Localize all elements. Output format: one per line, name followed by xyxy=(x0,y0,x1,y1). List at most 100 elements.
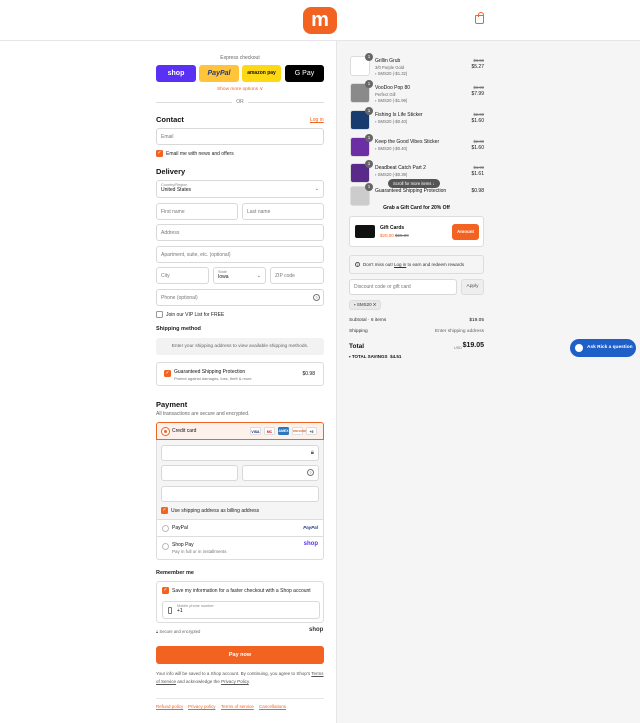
vip-checkbox[interactable] xyxy=(156,311,163,318)
state-select[interactable]: State Iowa ⌄ xyxy=(213,267,266,284)
login-link[interactable]: Log in xyxy=(310,117,324,123)
amazon-pay-button[interactable]: amazon pay xyxy=(242,65,281,82)
product-title: Grillin Grub xyxy=(375,58,401,64)
secure-encrypted-label: 🔒︎ Secure and encrypted xyxy=(156,629,201,634)
chat-button-label: Ask Rick a question xyxy=(587,345,633,350)
chevron-down-icon: ⌄ xyxy=(256,273,261,279)
shopping-bag-icon[interactable] xyxy=(475,12,484,24)
tag-icon: ⬩ xyxy=(349,354,351,359)
paypal-radio[interactable] xyxy=(162,525,169,532)
shop-pay-label: Shop Pay xyxy=(172,542,194,548)
total-savings-value: $4.51 xyxy=(390,354,402,359)
apartment-field[interactable]: Apartment, suite, etc. (optional) xyxy=(156,246,324,263)
product-discount-text: SMS20 (-$0.40) xyxy=(377,119,408,124)
address-field[interactable]: Address xyxy=(156,224,324,241)
zip-field[interactable]: ZIP code xyxy=(270,267,324,284)
contact-heading: Contact xyxy=(156,115,184,124)
product-price: $0.98 xyxy=(471,188,484,194)
save-info-checkbox[interactable]: ✓ xyxy=(162,587,169,594)
state-value: Iowa xyxy=(218,274,229,280)
product-price: $1.61 xyxy=(471,171,484,177)
store-logo[interactable]: m xyxy=(303,7,337,34)
card-form: 🔒︎ ? ✓ Use shipping address as billing a… xyxy=(156,440,324,520)
city-field[interactable]: City xyxy=(156,267,209,284)
product-discount: ⬩ SMS20 (-$1.99) xyxy=(375,98,407,103)
name-on-card-field[interactable] xyxy=(161,486,319,502)
rewards-banner: i Don’t miss out! Log in to earn and rede… xyxy=(349,255,484,274)
discount-code-field[interactable]: Discount code or gift card xyxy=(349,279,457,295)
help-icon[interactable]: ? xyxy=(307,469,314,476)
credit-card-label: Credit card xyxy=(172,428,197,434)
product-discount-text: SMS20 (-$1.32) xyxy=(377,71,408,76)
payment-heading: Payment xyxy=(156,400,188,409)
show-more-options-link[interactable]: Show more options ∨ xyxy=(156,87,324,92)
chat-button[interactable]: Ask Rick a question xyxy=(570,339,636,357)
header: m xyxy=(0,0,640,41)
mobile-phone-icon xyxy=(168,607,172,614)
remove-discount-icon[interactable]: ✕ xyxy=(373,302,376,307)
shop-pay-option[interactable]: Shop Pay Pay in full or in installments … xyxy=(156,537,324,560)
credit-card-radio[interactable] xyxy=(162,428,169,435)
shop-pay-button[interactable]: shop xyxy=(156,65,196,82)
credit-card-option[interactable]: Credit card VISA MC AMEX DISCOVER +5 xyxy=(156,422,324,440)
product-price: $5.27 xyxy=(471,64,484,70)
shipping-protection-box: ✓ Guaranteed Shipping Protection Protect… xyxy=(156,362,324,386)
country-value: United States xyxy=(161,187,192,193)
apply-button[interactable]: Apply xyxy=(461,279,484,295)
card-number-field[interactable]: 🔒︎ xyxy=(161,445,319,461)
last-name-field[interactable]: Last name xyxy=(242,203,324,220)
email-field[interactable]: Email xyxy=(156,128,324,145)
scroll-hint[interactable]: Scroll for more items ↓ xyxy=(388,179,440,188)
paypal-button[interactable]: PayPal xyxy=(199,65,239,82)
total-label: Total xyxy=(349,343,365,350)
first-name-field[interactable]: First name xyxy=(156,203,238,220)
privacy-policy-link[interactable]: Privacy Policy xyxy=(221,679,249,684)
phone-field[interactable]: Phone (optional) xyxy=(156,289,324,306)
mobile-phone-field[interactable]: Mobile phone number +1 xyxy=(162,601,320,619)
google-pay-button[interactable]: G Pay xyxy=(285,65,324,82)
expiration-field[interactable] xyxy=(161,465,238,481)
paypal-option[interactable]: PayPal PayPal xyxy=(156,520,324,537)
product-discount-text: SMS20 (-$0.39) xyxy=(377,172,408,177)
product-title: Fishing Is Life Sticker xyxy=(375,112,423,118)
rewards-login-link[interactable]: Log in xyxy=(394,262,406,267)
product-title: Guaranteed Shipping Protection xyxy=(375,188,447,194)
shipping-method-heading: Shipping method xyxy=(156,326,201,332)
shop-logo: shop xyxy=(309,627,324,633)
subtotal-value: $19.05 xyxy=(469,318,484,323)
pay-now-button[interactable]: Pay now xyxy=(156,646,324,664)
shop-pay-logo: shop xyxy=(303,541,318,547)
quantity-badge: 1 xyxy=(365,80,373,88)
legal-end: . xyxy=(248,678,251,684)
express-checkout-title: Express checkout xyxy=(220,55,260,61)
divider xyxy=(156,102,232,103)
news-checkbox[interactable]: ✓ xyxy=(156,150,163,157)
gift-card-amount-button[interactable]: Amount xyxy=(452,224,479,240)
billing-checkbox[interactable]: ✓ xyxy=(161,507,168,514)
gift-card-title: Gift Cards xyxy=(380,225,405,231)
country-select[interactable]: Country/Region United States ⌄ xyxy=(156,180,324,198)
amex-icon: AMEX xyxy=(278,427,289,435)
vip-checkbox-label: Join our VIP List for FREE xyxy=(166,312,225,318)
security-code-field[interactable]: ? xyxy=(242,465,319,481)
legal-line: Your info will be saved to a Shop accoun… xyxy=(156,671,311,676)
product-discount: ⬩ SMS20 (-$0.40) xyxy=(375,119,407,124)
lock-icon: 🔒︎ xyxy=(310,450,314,456)
shop-pay-subtitle: Pay in full or in installments xyxy=(172,549,227,554)
paypal-logo: PayPal xyxy=(303,525,318,530)
product-discount-text: SMS20 (-$0.40) xyxy=(377,146,408,151)
shipping-method-note: Enter your shipping address to view avai… xyxy=(156,338,324,355)
refund-policy-link[interactable]: Refund policy xyxy=(156,704,183,709)
product-variant: Perfect Gill xyxy=(375,92,396,97)
remember-me-box: ✓ Save my information for a faster check… xyxy=(156,581,324,623)
privacy-policy-footer-link[interactable]: Privacy policy xyxy=(188,704,216,709)
help-icon[interactable]: ? xyxy=(313,294,320,301)
terms-of-service-footer-link[interactable]: Terms of service xyxy=(221,704,254,709)
shop-pay-radio[interactable] xyxy=(162,543,169,550)
mobile-phone-value: +1 xyxy=(177,608,183,614)
gift-card-old-price: $25.00 xyxy=(395,233,409,238)
delivery-heading: Delivery xyxy=(156,167,186,176)
cancellations-link[interactable]: Cancellations xyxy=(259,704,286,709)
billing-checkbox-label: Use shipping address as billing address xyxy=(171,508,260,514)
protection-checkbox[interactable]: ✓ xyxy=(164,370,171,377)
